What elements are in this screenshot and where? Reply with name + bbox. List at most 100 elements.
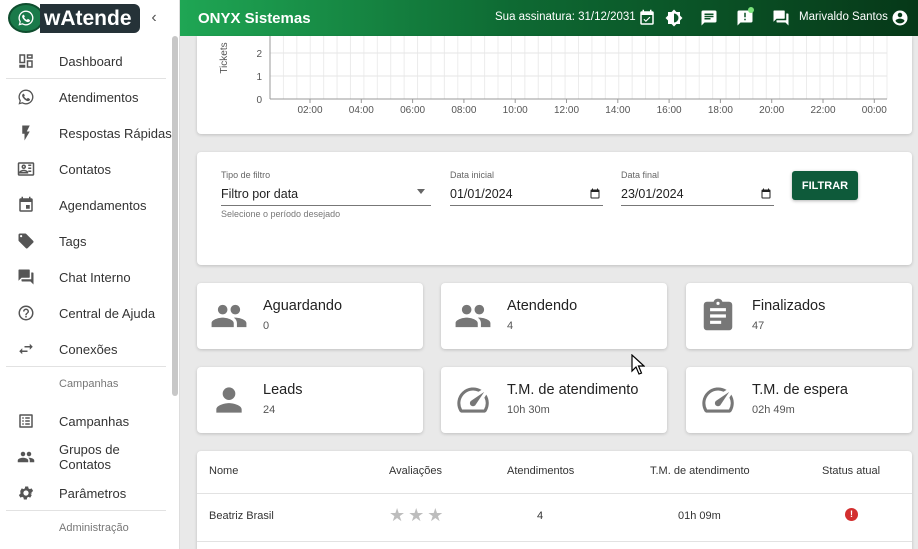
forum-icon: [17, 268, 35, 286]
group-icon: [209, 297, 249, 335]
chart-x-tick-label: 14:00: [605, 105, 630, 116]
flash-icon: [17, 124, 35, 142]
stat-card-leads: Leads 24: [197, 367, 423, 433]
chevron-left-icon[interactable]: ‹: [147, 10, 161, 26]
dashboard-icon: [17, 52, 35, 70]
stat-card-tm-espera: T.M. de espera 02h 49m: [686, 367, 912, 433]
stat-card-aguardando: Aguardando 0: [197, 283, 423, 349]
stat-title: T.M. de espera: [752, 382, 848, 398]
tickets-chart: 0 1 2 Tickets 02:00 04:00 06:00 08:00 10:00 12:00…: [219, 36, 888, 116]
sidebar-item-label: Central de Ajuda: [59, 305, 156, 321]
calendar-icon: [17, 196, 35, 214]
sidebar-item-dashboard[interactable]: Dashboard: [0, 43, 172, 79]
error-status-icon: !: [845, 508, 858, 521]
stat-value: 10h 30m: [507, 404, 550, 416]
column-header-status: Status atual: [822, 465, 881, 477]
chart-x-tick-label: 08:00: [451, 105, 476, 116]
chevron-down-icon[interactable]: [417, 189, 425, 194]
sidebar-item-label: Respostas Rápidas: [59, 125, 172, 141]
end-date-label: Data final: [621, 170, 660, 180]
end-date-underline: [621, 205, 774, 206]
sidebar-item-parametros[interactable]: Parâmetros: [0, 475, 172, 511]
chart-x-tick-label: 04:00: [349, 105, 374, 116]
tickets-chart-card: 0 1 2 Tickets 02:00 04:00 06:00 08:00 10:00 12:00…: [197, 36, 912, 134]
brightness-icon[interactable]: [665, 9, 683, 27]
notification-dot: [748, 7, 754, 13]
filter-type-select[interactable]: Filtro por data: [221, 187, 298, 201]
start-date-underline: [450, 205, 603, 206]
end-date-input[interactable]: 23/01/2024: [621, 187, 684, 201]
calendar-check-icon[interactable]: [638, 9, 656, 27]
filter-type-label: Tipo de filtro: [221, 170, 271, 180]
section-label: Campanhas: [59, 378, 119, 390]
people-icon: [17, 448, 35, 466]
chart-x-tick-label: 20:00: [759, 105, 784, 116]
sidebar-item-contatos[interactable]: Contatos: [0, 151, 172, 187]
chart-x-tick-label: 02:00: [297, 105, 322, 116]
sidebar-item-respostas-rapidas[interactable]: Respostas Rápidas: [0, 115, 172, 151]
sidebar-item-label: Dashboard: [59, 53, 123, 69]
sidebar-scrollbar[interactable]: [172, 36, 178, 396]
row-name: Beatriz Brasil: [209, 510, 274, 522]
column-header-atendimentos: Atendimentos: [507, 465, 575, 477]
help-icon: [17, 304, 35, 322]
forum-icon[interactable]: [772, 9, 790, 27]
stat-card-tm-atendimento: T.M. de atendimento 10h 30m: [441, 367, 667, 433]
stat-card-atendendo: Atendendo 4: [441, 283, 667, 349]
stat-title: Leads: [263, 382, 303, 398]
sidebar-item-chat-interno[interactable]: Chat Interno: [0, 259, 172, 295]
person-icon: [209, 381, 249, 419]
stat-value: 47: [752, 320, 765, 332]
clipboard-icon: [698, 297, 738, 335]
sidebar-section-campanhas: Campanhas: [0, 367, 172, 403]
sidebar-item-label: Tags: [59, 233, 87, 249]
topbar: ONYX Sistemas Sua assinatura: 31/12/2031…: [180, 0, 918, 36]
sidebar-item-label: Grupos de Contatos: [59, 442, 120, 472]
sidebar-item-central-de-ajuda[interactable]: Central de Ajuda: [0, 295, 172, 331]
account-circle-icon[interactable]: [891, 9, 909, 27]
sidebar-item-tags[interactable]: Tags: [0, 223, 172, 259]
chart-x-tick-label: 16:00: [657, 105, 682, 116]
rating-stars[interactable]: ★ ★ ★: [389, 506, 443, 524]
start-date-label: Data inicial: [450, 170, 495, 180]
column-header-avaliacoes: Avaliações: [389, 465, 442, 477]
user-name[interactable]: Marivaldo Santos: [799, 11, 888, 23]
stat-value: 02h 49m: [752, 404, 795, 416]
column-header-nome: Nome: [209, 465, 239, 477]
chart-y-tick-label: 2: [256, 49, 262, 60]
chat-icon[interactable]: [700, 9, 718, 27]
sidebar-item-label: Agendamentos: [59, 197, 147, 213]
calendar-icon[interactable]: [589, 187, 601, 199]
sidebar-item-grupos-de-contatos[interactable]: Grupos de Contatos: [0, 439, 172, 475]
sidebar-item-label: Atendimentos: [59, 89, 139, 105]
header-divider: [197, 493, 912, 494]
chart-x-tick-label: 06:00: [400, 105, 425, 116]
tag-icon: [17, 232, 35, 250]
calendar-icon[interactable]: [760, 187, 772, 199]
star-icon[interactable]: ★: [389, 506, 405, 524]
sidebar: wAtende ‹ Dashboard Atendimentos Respost…: [0, 0, 180, 549]
chart-x-tick-label: 18:00: [708, 105, 733, 116]
brand[interactable]: wAtende ‹: [0, 0, 179, 36]
stat-value: 4: [507, 320, 514, 332]
sidebar-item-conexoes[interactable]: Conexões: [0, 331, 172, 367]
attendants-table: Nome Avaliações Atendimentos T.M. de ate…: [197, 451, 912, 549]
chart-x-tick-label: 12:00: [554, 105, 579, 116]
sidebar-item-agendamentos[interactable]: Agendamentos: [0, 187, 172, 223]
stat-title: Finalizados: [752, 298, 826, 314]
whatsapp-icon: [17, 88, 35, 106]
sync-arrows-icon: [17, 340, 35, 358]
chart-y-axis-label: Tickets: [219, 42, 230, 73]
sidebar-item-atendimentos[interactable]: Atendimentos: [0, 79, 172, 115]
filter-button[interactable]: FILTRAR: [792, 171, 858, 200]
whatsapp-logo-icon: [8, 3, 44, 33]
stat-card-finalizados: Finalizados 47: [686, 283, 912, 349]
star-icon[interactable]: ★: [427, 506, 443, 524]
sidebar-item-campanhas[interactable]: Campanhas: [0, 403, 172, 439]
contact-card-icon: [17, 160, 35, 178]
star-icon[interactable]: ★: [408, 506, 424, 524]
start-date-input[interactable]: 01/01/2024: [450, 187, 513, 201]
chart-x-tick-label: 10:00: [503, 105, 528, 116]
sidebar-menu: Dashboard Atendimentos Respostas Rápidas…: [0, 43, 172, 547]
announcement-icon[interactable]: [736, 7, 754, 27]
